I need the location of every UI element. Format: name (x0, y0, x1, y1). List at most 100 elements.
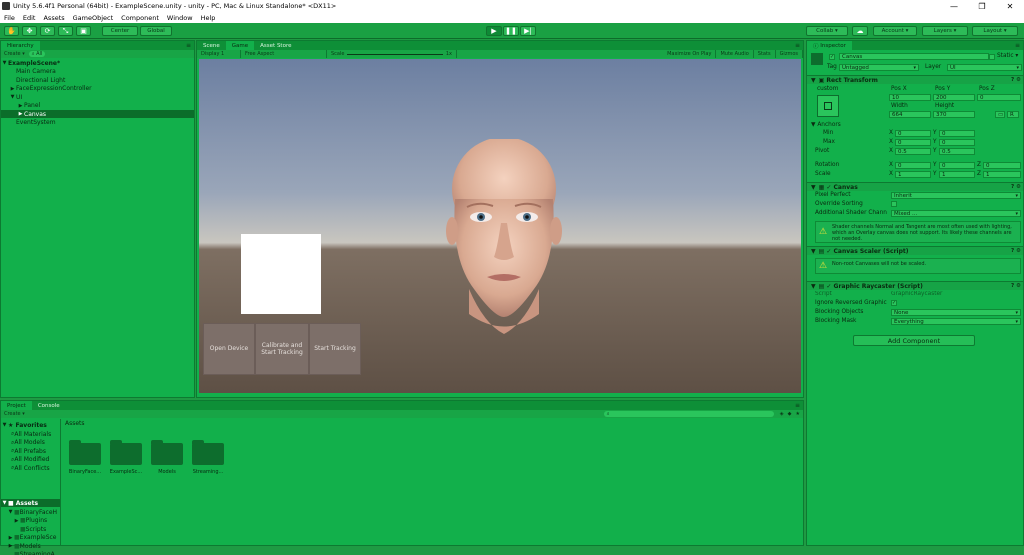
asset-folder-item[interactable]: BinaryFace... (67, 440, 103, 475)
tab-project[interactable]: Project (1, 401, 32, 410)
stats-toggle[interactable]: Stats (754, 50, 776, 58)
tab-scene[interactable]: Scene (197, 41, 226, 50)
play-button[interactable]: ▶ (486, 26, 502, 36)
rect-transform-header[interactable]: ▼ ▣ Rect Transform? ⚙ (807, 75, 1023, 84)
hierarchy-item[interactable]: ▶ Canvas (1, 110, 194, 118)
calibrate-start-tracking-button[interactable]: Calibrate and Start Tracking (255, 323, 309, 375)
pivot-x-field[interactable]: 0.5 (895, 148, 931, 155)
chevron-right-icon[interactable]: ▶ (7, 535, 14, 541)
chevron-right-icon[interactable]: ▶ (9, 86, 16, 92)
object-name-field[interactable]: Canvas (839, 53, 989, 60)
canvas-scaler-header[interactable]: ▼ ▤ ✓ Canvas Scaler (Script)? ⚙ (807, 246, 1023, 255)
maximize-on-play-toggle[interactable]: Maximize On Play (663, 50, 717, 58)
tab-console[interactable]: Console (32, 401, 66, 410)
space-toggle-button[interactable]: Global (140, 26, 172, 36)
tab-hierarchy[interactable]: Hierarchy (1, 41, 40, 50)
favorite-item[interactable]: ⌕ All Conflicts (1, 464, 60, 472)
hierarchy-item[interactable]: ▼ UI (1, 93, 194, 101)
folder-tree-item[interactable]: ▶ ■ Models (1, 542, 60, 550)
tab-game[interactable]: Game (225, 41, 255, 50)
hierarchy-item[interactable]: Main Camera (1, 68, 194, 76)
hierarchy-item[interactable]: ▼ ExampleScene* (1, 59, 194, 67)
panel-menu-icon[interactable]: ≡ (1015, 41, 1023, 50)
component-menu-icon[interactable]: ? ⚙ (1011, 77, 1021, 83)
pivot-toggle-button[interactable]: Center (102, 26, 138, 36)
rotation-z-field[interactable]: 0 (983, 162, 1021, 169)
chevron-down-icon[interactable]: ▼ (7, 509, 14, 515)
hand-tool-button[interactable]: ✋ (4, 26, 19, 36)
hierarchy-item[interactable]: ▶ Panel (1, 102, 194, 110)
favorite-item[interactable]: ⌕ All Materials (1, 430, 60, 438)
game-viewport[interactable]: Open Device Calibrate and Start Tracking… (199, 59, 801, 393)
chevron-right-icon[interactable]: ▶ (13, 518, 20, 524)
anchor-min-y-field[interactable]: 0 (939, 130, 975, 137)
folder-tree-item[interactable]: ▶ ■ ExampleSce (1, 534, 60, 542)
chevron-right-icon[interactable]: ▶ (17, 111, 24, 117)
add-component-button[interactable]: Add Component (853, 335, 975, 346)
blocking-objects-dropdown[interactable]: None (891, 309, 1021, 316)
active-checkbox[interactable]: ✓ (829, 54, 835, 60)
cloud-button[interactable]: ☁ (852, 26, 868, 36)
rotation-x-field[interactable]: 0 (895, 162, 931, 169)
panel-menu-icon[interactable]: ≡ (186, 41, 194, 50)
close-button[interactable]: ✕ (996, 2, 1024, 11)
hierarchy-item[interactable]: EventSystem (1, 119, 194, 127)
panel-menu-icon[interactable]: ≡ (795, 401, 803, 410)
label-icon[interactable]: ◆ (788, 411, 792, 417)
step-button[interactable]: ▶| (520, 26, 536, 36)
asset-folder-item[interactable]: Models (149, 440, 185, 475)
posx-field[interactable]: 10 (889, 94, 931, 101)
chevron-down-icon[interactable]: ▼ (9, 94, 16, 100)
start-tracking-button[interactable]: Start Tracking (309, 323, 361, 375)
graphic-raycaster-header[interactable]: ▼ ▤ ✓ Graphic Raycaster (Script)? ⚙ (807, 281, 1023, 290)
scale-slider[interactable]: Scale 1x (327, 50, 457, 58)
tab-asset-store[interactable]: Asset Store (254, 41, 297, 50)
project-create-button[interactable]: Create ▾ (4, 411, 25, 417)
chevron-down-icon[interactable]: ▼ (1, 60, 8, 66)
component-menu-icon[interactable]: ? ⚙ (1011, 283, 1021, 289)
mute-audio-toggle[interactable]: Mute Audio (716, 50, 754, 58)
folder-tree-item[interactable]: ▼ ■ BinaryFaceH (1, 508, 60, 516)
maximize-button[interactable]: ❐ (968, 2, 996, 11)
height-field[interactable]: 370 (933, 111, 975, 118)
layers-dropdown[interactable]: Layers ▾ (922, 26, 968, 36)
blocking-mask-dropdown[interactable]: Everything (891, 318, 1021, 325)
blueprint-button[interactable]: ▭ (995, 111, 1005, 118)
static-dropdown[interactable]: Static ▾ (997, 53, 1018, 59)
star-icon[interactable]: ★ (796, 411, 800, 417)
anchor-preset-button[interactable] (817, 95, 839, 117)
override-sorting-checkbox[interactable] (891, 201, 897, 207)
layout-dropdown[interactable]: Layout ▾ (972, 26, 1018, 36)
project-search-input[interactable]: ⌕ (603, 411, 774, 417)
favorite-item[interactable]: ⌕ All Prefabs (1, 447, 60, 455)
tag-dropdown[interactable]: Untagged (839, 64, 919, 71)
chevron-right-icon[interactable]: ▶ (17, 103, 24, 109)
collab-dropdown[interactable]: Collab ▾ (806, 26, 848, 36)
anchors-foldout[interactable]: ▼ Anchors (811, 122, 841, 128)
hierarchy-create-button[interactable]: Create ▾ (4, 51, 25, 57)
anchor-min-x-field[interactable]: 0 (895, 130, 931, 137)
anchor-max-y-field[interactable]: 0 (939, 139, 975, 146)
panel-menu-icon[interactable]: ≡ (795, 41, 803, 50)
component-menu-icon[interactable]: ? ⚙ (1011, 248, 1021, 254)
rect-tool-button[interactable]: ▣ (76, 26, 91, 36)
rotation-y-field[interactable]: 0 (939, 162, 975, 169)
posz-field[interactable]: 0 (977, 94, 1021, 101)
width-field[interactable]: 664 (889, 111, 931, 118)
favorites-header[interactable]: ▼ ★ Favorites (1, 421, 60, 429)
hierarchy-item[interactable]: ▶ FaceExpressionController (1, 85, 194, 93)
scale-x-field[interactable]: 1 (895, 171, 931, 178)
raw-edit-button[interactable]: R (1007, 111, 1019, 118)
posy-field[interactable]: 200 (933, 94, 975, 101)
filter-icon[interactable]: ◈ (780, 411, 784, 417)
scale-tool-button[interactable]: ⤡ (58, 26, 73, 36)
shader-channels-dropdown[interactable]: Mixed ... (891, 210, 1021, 217)
menu-file[interactable]: File (0, 14, 19, 22)
favorite-item[interactable]: ⌕ All Models (1, 439, 60, 447)
aspect-dropdown[interactable]: Free Aspect (241, 50, 327, 58)
gizmos-dropdown[interactable]: Gizmos (776, 50, 803, 58)
menu-help[interactable]: Help (197, 14, 220, 22)
static-checkbox[interactable] (989, 54, 995, 60)
pivot-y-field[interactable]: 0.5 (939, 148, 975, 155)
favorite-item[interactable]: ⌕ All Modified (1, 456, 60, 464)
